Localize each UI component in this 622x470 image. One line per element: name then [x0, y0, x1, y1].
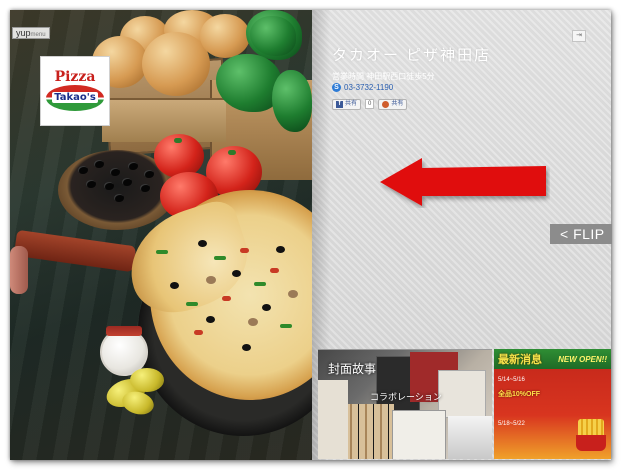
- olive: [122, 178, 132, 186]
- cover-story-title: 封面故事: [328, 362, 377, 376]
- pizza-photo-page: yupmenu Pizza Takao's: [10, 10, 312, 460]
- olive-topping: [206, 316, 215, 323]
- logo-line2: Takao's: [52, 92, 98, 103]
- yupmenu-badge[interactable]: yupmenu: [12, 27, 50, 39]
- crate-front: [102, 98, 226, 142]
- pepper-topping: [214, 256, 226, 260]
- olive-topping: [232, 270, 241, 277]
- phone-number[interactable]: 03-3732-1190: [344, 83, 393, 92]
- olive: [86, 180, 96, 188]
- shopping-bag: [448, 416, 492, 459]
- olive-topping: [170, 282, 179, 289]
- logo-line1: Pizza: [54, 68, 96, 85]
- news-header: 最新消息 NEW OPEN!!: [494, 349, 611, 369]
- olive-topping: [276, 246, 285, 253]
- cover-story-subtitle: コラボレーション: [370, 392, 442, 402]
- shop-name: タカオー ピザ神田店: [332, 47, 492, 64]
- plurk-share-label: 共有: [391, 101, 404, 107]
- olive: [110, 168, 120, 176]
- shop-address: 営業時間 神田駅西口徒歩5分: [332, 72, 435, 81]
- yellow-pepper: [130, 368, 164, 392]
- shopping-bag: [318, 380, 348, 459]
- green-pepper: [272, 70, 312, 132]
- olive: [114, 194, 124, 202]
- exit-icon[interactable]: ⇥: [572, 30, 586, 42]
- news-highlight-1: 全品10%OFF: [498, 391, 541, 398]
- tomato-stem: [228, 150, 236, 155]
- olive: [144, 170, 154, 178]
- phone-row[interactable]: S 03-3732-1190: [332, 83, 393, 92]
- mushroom-topping: [288, 290, 298, 298]
- facebook-share-button[interactable]: f 共有: [332, 99, 362, 110]
- news-date-2: 5/18~5/22: [498, 421, 525, 427]
- brand-main: yup: [16, 28, 31, 38]
- tomato-topping: [194, 330, 203, 335]
- logo-ball: Takao's: [46, 84, 104, 111]
- onion: [200, 14, 250, 58]
- pepper-topping: [254, 282, 266, 286]
- mushroom-topping: [248, 318, 258, 326]
- olive: [128, 162, 138, 170]
- fries-box: [576, 435, 606, 451]
- mushroom-topping: [206, 276, 216, 284]
- olive-topping: [262, 304, 271, 311]
- latest-news-thumbnail[interactable]: 最新消息 NEW OPEN!! 5/14~5/16 全品10%OFF 5/18~…: [494, 349, 611, 459]
- phone-icon: S: [332, 83, 341, 92]
- olive: [78, 166, 88, 174]
- onion: [142, 32, 210, 96]
- left-arrow-icon: [380, 158, 546, 206]
- facebook-icon: f: [336, 101, 343, 108]
- brand-sub: menu: [30, 32, 46, 38]
- olive-topping: [242, 344, 251, 351]
- olive: [140, 184, 150, 192]
- tomato-topping: [270, 268, 279, 273]
- new-open-badge: NEW OPEN!!: [558, 354, 607, 364]
- plurk-icon: [382, 101, 390, 108]
- facebook-share-label: 共有: [345, 101, 358, 107]
- news-title: 最新消息: [498, 354, 542, 366]
- peel-handle: [10, 246, 28, 294]
- shopping-bag: [392, 410, 446, 459]
- cover-story-thumbnail[interactable]: 封面故事 コラボレーション: [318, 349, 492, 459]
- share-count: 0: [365, 99, 375, 109]
- sauce-cup-label: [106, 326, 142, 336]
- tomato-topping: [240, 248, 249, 253]
- olive: [94, 160, 104, 168]
- pepper-topping: [280, 324, 292, 328]
- pepper-topping: [156, 250, 168, 254]
- shop-logo: Pizza Takao's: [40, 56, 110, 126]
- share-row: f 共有 0 共有: [332, 99, 408, 110]
- tomato-stem: [174, 138, 182, 143]
- pepper-topping: [186, 302, 198, 306]
- plurk-share-button[interactable]: 共有: [378, 99, 408, 110]
- flip-button[interactable]: < FLIP: [550, 224, 612, 244]
- shopping-bag: [344, 404, 394, 459]
- olive-topping: [198, 240, 207, 247]
- news-date-1: 5/14~5/16: [498, 377, 525, 383]
- olive: [104, 182, 114, 190]
- tomato-topping: [222, 296, 231, 301]
